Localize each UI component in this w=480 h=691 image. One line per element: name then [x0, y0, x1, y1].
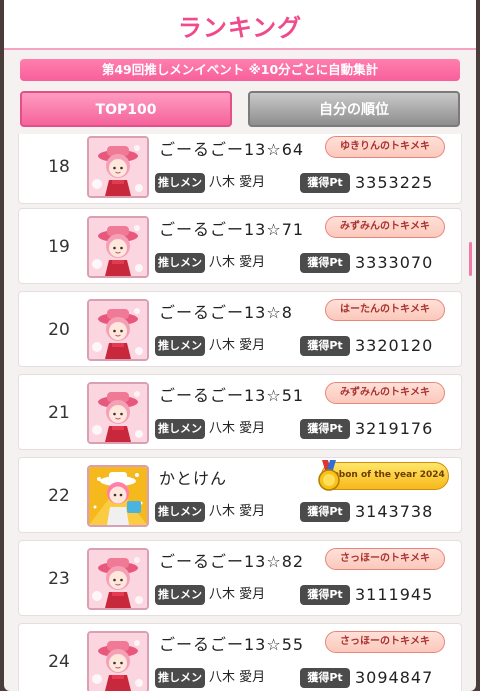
- rank-number: 20: [48, 320, 70, 340]
- oshi-label: 推しメン: [155, 585, 205, 605]
- player-name: ごーるごー13☆64: [159, 140, 305, 159]
- points-value: 3143738: [355, 502, 434, 521]
- title-badge: はーたんのトキメキ: [325, 299, 445, 321]
- oshi-member-name: 八木 愛月: [209, 670, 266, 685]
- title-badge: さっほーのトキメキ: [325, 631, 445, 653]
- points-label: 獲得Pt: [300, 253, 350, 273]
- points-label: 獲得Pt: [300, 336, 350, 356]
- ranking-row[interactable]: 23 ごーるごー13☆82 さっほーのトキメキ 推しメン 八木 愛月 獲得Pt: [18, 540, 462, 616]
- ranking-row[interactable]: 19 ごーるごー13☆71 みずみんのトキメキ 推しメン 八木 愛月 獲得Pt: [18, 208, 462, 284]
- rank-number: 21: [48, 403, 70, 423]
- badge-label: ゆきりんのトキメキ: [340, 141, 430, 152]
- oshi-label: 推しメン: [155, 668, 205, 688]
- scrollbar[interactable]: [469, 242, 472, 276]
- oshi-member-name: 八木 愛月: [209, 421, 266, 436]
- player-name: かとけん: [159, 469, 228, 488]
- badge-label: みずみんのトキメキ: [340, 221, 430, 232]
- avatar[interactable]: [87, 382, 149, 444]
- oshi-member-name: 八木 愛月: [209, 255, 266, 270]
- points-label: 獲得Pt: [300, 668, 350, 688]
- oshi-member-name: 八木 愛月: [209, 338, 266, 353]
- oshi-label: 推しメン: [155, 502, 205, 522]
- title-badge: みずみんのトキメキ: [325, 382, 445, 404]
- event-banner: 第49回推しメンイベント ※10分ごとに自動集計: [20, 59, 460, 81]
- points-value: 3320120: [355, 336, 434, 355]
- oshi-member-name: 八木 愛月: [209, 175, 266, 190]
- points-value: 3094847: [355, 668, 434, 687]
- ranking-row[interactable]: 24 ごーるごー13☆55 さっほーのトキメキ 推しメン 八木 愛月 獲得Pt: [18, 623, 462, 691]
- points-label: 獲得Pt: [300, 173, 350, 193]
- rank-number: 18: [48, 157, 70, 177]
- avatar[interactable]: [87, 631, 149, 691]
- title-bar: ランキング: [4, 0, 476, 50]
- badge-label: さっほーのトキメキ: [340, 553, 430, 564]
- avatar[interactable]: [87, 136, 149, 198]
- oshi-label: 推しメン: [155, 336, 205, 356]
- title-divider: [4, 48, 476, 50]
- ranking-panel: ランキング 第49回推しメンイベント ※10分ごとに自動集計 TOP100 自分…: [4, 0, 476, 691]
- medal-icon: [318, 460, 340, 491]
- avatar[interactable]: [87, 299, 149, 361]
- page-title: ランキング: [177, 14, 303, 42]
- oshi-label: 推しメン: [155, 253, 205, 273]
- ranking-row[interactable]: 22 かとけん Dobon of the year 2024 推しメン 八木 愛…: [18, 457, 462, 533]
- points-value: 3353225: [355, 173, 434, 192]
- oshi-label: 推しメン: [155, 419, 205, 439]
- ranking-row[interactable]: 20 ごーるごー13☆8 はーたんのトキメキ 推しメン 八木 愛月 獲得Pt 3: [18, 291, 462, 367]
- avatar[interactable]: [87, 465, 149, 527]
- badge-label: みずみんのトキメキ: [340, 387, 430, 398]
- ranking-row[interactable]: 18 ごーるごー13☆64 ゆきりんのトキメキ 推しメン 八木 愛月 獲得Pt: [18, 134, 462, 204]
- points-value: 3219176: [355, 419, 434, 438]
- player-name: ごーるごー13☆82: [159, 552, 305, 571]
- title-badge: Dobon of the year 2024: [318, 460, 449, 491]
- tab-my-rank[interactable]: 自分の順位: [248, 91, 460, 127]
- title-badge: みずみんのトキメキ: [325, 216, 445, 238]
- rank-number: 23: [48, 569, 70, 589]
- points-label: 獲得Pt: [300, 585, 350, 605]
- oshi-label: 推しメン: [155, 173, 205, 193]
- player-name: ごーるごー13☆51: [159, 386, 305, 405]
- rank-number: 19: [48, 237, 70, 257]
- oshi-member-name: 八木 愛月: [209, 587, 266, 602]
- player-name: ごーるごー13☆55: [159, 635, 305, 654]
- points-label: 獲得Pt: [300, 502, 350, 522]
- ranking-row[interactable]: 21 ごーるごー13☆51 みずみんのトキメキ 推しメン 八木 愛月 獲得Pt: [18, 374, 462, 450]
- title-badge: さっほーのトキメキ: [325, 548, 445, 570]
- badge-label: さっほーのトキメキ: [340, 636, 430, 647]
- player-name: ごーるごー13☆8: [159, 303, 293, 322]
- badge-label: Dobon of the year 2024: [325, 470, 445, 480]
- rank-number: 24: [48, 652, 70, 672]
- rank-number: 22: [48, 486, 70, 506]
- oshi-member-name: 八木 愛月: [209, 504, 266, 519]
- points-label: 獲得Pt: [300, 419, 350, 439]
- avatar[interactable]: [87, 548, 149, 610]
- points-value: 3333070: [355, 253, 434, 272]
- badge-label: はーたんのトキメキ: [340, 304, 430, 315]
- points-value: 3111945: [355, 585, 434, 604]
- player-name: ごーるごー13☆71: [159, 220, 305, 239]
- title-badge: ゆきりんのトキメキ: [325, 136, 445, 158]
- avatar[interactable]: [87, 216, 149, 278]
- ranking-list[interactable]: 18 ごーるごー13☆64 ゆきりんのトキメキ 推しメン 八木 愛月 獲得Pt: [18, 134, 462, 691]
- tab-top100[interactable]: TOP100: [20, 91, 232, 127]
